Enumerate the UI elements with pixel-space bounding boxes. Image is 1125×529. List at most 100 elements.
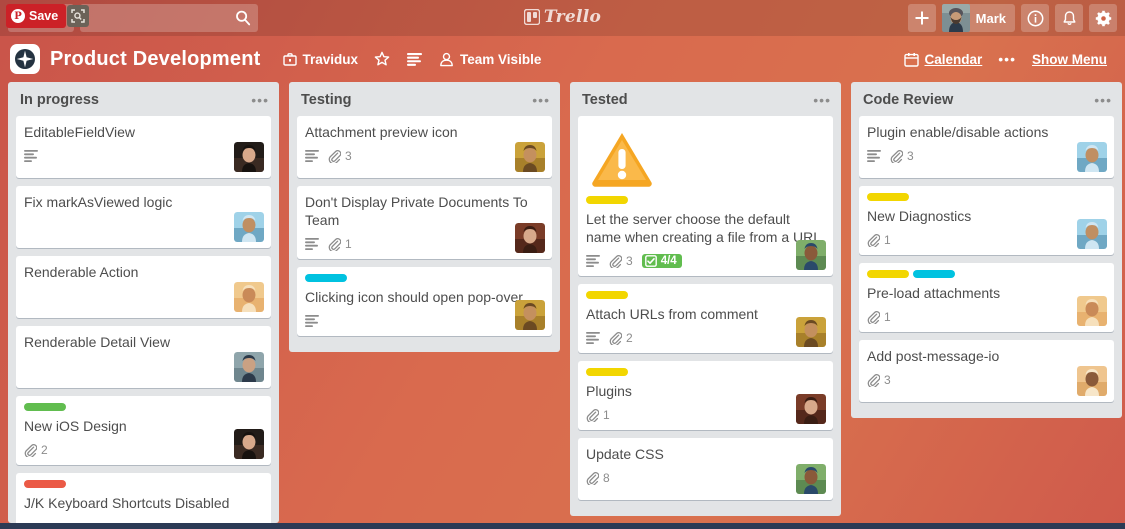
list-menu-icon[interactable]: •••	[251, 92, 269, 108]
show-menu-button[interactable]: Show Menu	[1024, 48, 1115, 71]
board-organization[interactable]: Travidux	[275, 48, 367, 71]
card[interactable]: Plugin enable/disable actions 3	[859, 116, 1114, 178]
list-title[interactable]: Tested	[582, 92, 628, 108]
board-canvas: In progress ••• EditableFieldView Fix mar…	[0, 82, 1125, 523]
attachment-icon	[586, 471, 599, 485]
card[interactable]: Pre-load attachments 1	[859, 263, 1114, 332]
avatar[interactable]	[234, 212, 264, 242]
attachment-icon	[328, 237, 341, 251]
list-menu-icon[interactable]: •••	[813, 92, 831, 108]
card-description-badge	[586, 255, 600, 267]
card-badges	[24, 145, 263, 165]
label-blue[interactable]	[913, 270, 955, 278]
settings-button[interactable]	[1089, 4, 1117, 32]
page-title[interactable]: Product Development	[50, 48, 261, 71]
list-title[interactable]: In progress	[20, 92, 99, 108]
search-input[interactable]	[80, 4, 258, 32]
card[interactable]: J/K Keyboard Shortcuts Disabled	[16, 473, 271, 523]
card[interactable]: Let the server choose the default name w…	[578, 116, 833, 276]
attachment-count: 1	[884, 233, 891, 247]
label-green[interactable]	[24, 403, 66, 411]
avatar[interactable]	[796, 240, 826, 270]
card-title: Plugin enable/disable actions	[867, 124, 1049, 140]
attachment-icon	[24, 443, 37, 457]
card[interactable]: Plugins 1	[578, 361, 833, 430]
card-title: Attachment preview icon	[305, 124, 458, 140]
label-yellow[interactable]	[867, 193, 909, 201]
list-menu-icon[interactable]: •••	[1094, 92, 1112, 108]
card[interactable]: EditableFieldView	[16, 116, 271, 178]
info-button[interactable]	[1021, 4, 1049, 32]
avatar[interactable]	[234, 142, 264, 172]
pinterest-save-button[interactable]: P Save	[6, 4, 67, 28]
attachment-count: 8	[603, 471, 610, 485]
list-code-review: Code Review ••• Plugin enable/disable act…	[851, 82, 1122, 418]
avatar[interactable]	[796, 464, 826, 494]
avatar[interactable]	[515, 300, 545, 330]
avatar[interactable]	[1077, 296, 1107, 326]
avatar[interactable]	[796, 317, 826, 347]
search-icon[interactable]	[234, 9, 252, 27]
card-title: Don't Display Private Documents To Team	[305, 194, 528, 228]
card[interactable]: Add post-message-io 3	[859, 340, 1114, 402]
star-icon	[374, 51, 390, 66]
calendar-button[interactable]: Calendar	[896, 48, 991, 71]
card-cover-image[interactable]	[584, 122, 827, 192]
person-icon	[440, 52, 453, 66]
board-logo-icon	[12, 46, 38, 72]
label-yellow[interactable]	[586, 368, 628, 376]
board-more-button[interactable]: •••	[994, 51, 1020, 67]
card-badges: 3	[305, 145, 544, 165]
list-menu-icon[interactable]: •••	[532, 92, 550, 108]
avatar[interactable]	[1077, 219, 1107, 249]
attachment-icon	[609, 254, 622, 268]
description-icon	[586, 255, 600, 267]
member-menu[interactable]: Mark	[941, 4, 1015, 32]
avatar[interactable]	[515, 223, 545, 253]
avatar[interactable]	[1077, 142, 1107, 172]
card[interactable]: Attachment preview icon 3	[297, 116, 552, 178]
horizontal-scrollbar[interactable]	[0, 523, 1125, 529]
card[interactable]: Fix markAsViewed logic	[16, 186, 271, 248]
pinterest-save-overlay: P Save	[6, 4, 90, 28]
label-yellow[interactable]	[586, 291, 628, 299]
card-list: Let the server choose the default name w…	[570, 116, 841, 516]
card[interactable]: Clicking icon should open pop-over	[297, 267, 552, 336]
card[interactable]: Renderable Detail View	[16, 326, 271, 388]
pinterest-logo-icon: P	[11, 9, 25, 23]
label-red[interactable]	[24, 480, 66, 488]
label-yellow[interactable]	[586, 196, 628, 204]
card-attachment-badge: 8	[586, 471, 610, 485]
card-description-badge	[305, 315, 319, 327]
card-title: Plugins	[586, 383, 632, 399]
star-button[interactable]	[366, 47, 398, 71]
board-activity-button[interactable]	[398, 48, 431, 71]
avatar[interactable]	[234, 429, 264, 459]
attachment-icon	[867, 233, 880, 247]
top-bar-right-actions: Mark	[907, 4, 1117, 32]
card[interactable]: New iOS Design 2	[16, 396, 271, 465]
avatar[interactable]	[796, 394, 826, 424]
card[interactable]: Don't Display Private Documents To Team …	[297, 186, 552, 259]
card[interactable]: Renderable Action	[16, 256, 271, 318]
card[interactable]: New Diagnostics 1	[859, 186, 1114, 255]
card[interactable]: Attach URLs from comment 2	[578, 284, 833, 353]
card-attachment-badge: 1	[867, 233, 891, 247]
avatar[interactable]	[515, 142, 545, 172]
list-title[interactable]: Code Review	[863, 92, 953, 108]
card[interactable]: Update CSS 8	[578, 438, 833, 500]
avatar[interactable]	[234, 282, 264, 312]
notifications-button[interactable]	[1055, 4, 1083, 32]
avatar[interactable]	[234, 352, 264, 382]
label-blue[interactable]	[305, 274, 347, 282]
avatar[interactable]	[1077, 366, 1107, 396]
board-header-right-actions: Calendar ••• Show Menu	[896, 48, 1116, 71]
add-button[interactable]	[907, 4, 936, 32]
screenshot-icon[interactable]	[67, 5, 90, 27]
search-box[interactable]	[80, 4, 258, 32]
list-title[interactable]: Testing	[301, 92, 351, 108]
label-yellow[interactable]	[867, 270, 909, 278]
card-badges: 2	[24, 439, 263, 459]
board-visibility[interactable]: Team Visible	[431, 48, 549, 71]
card-attachment-badge: 3	[890, 149, 914, 163]
